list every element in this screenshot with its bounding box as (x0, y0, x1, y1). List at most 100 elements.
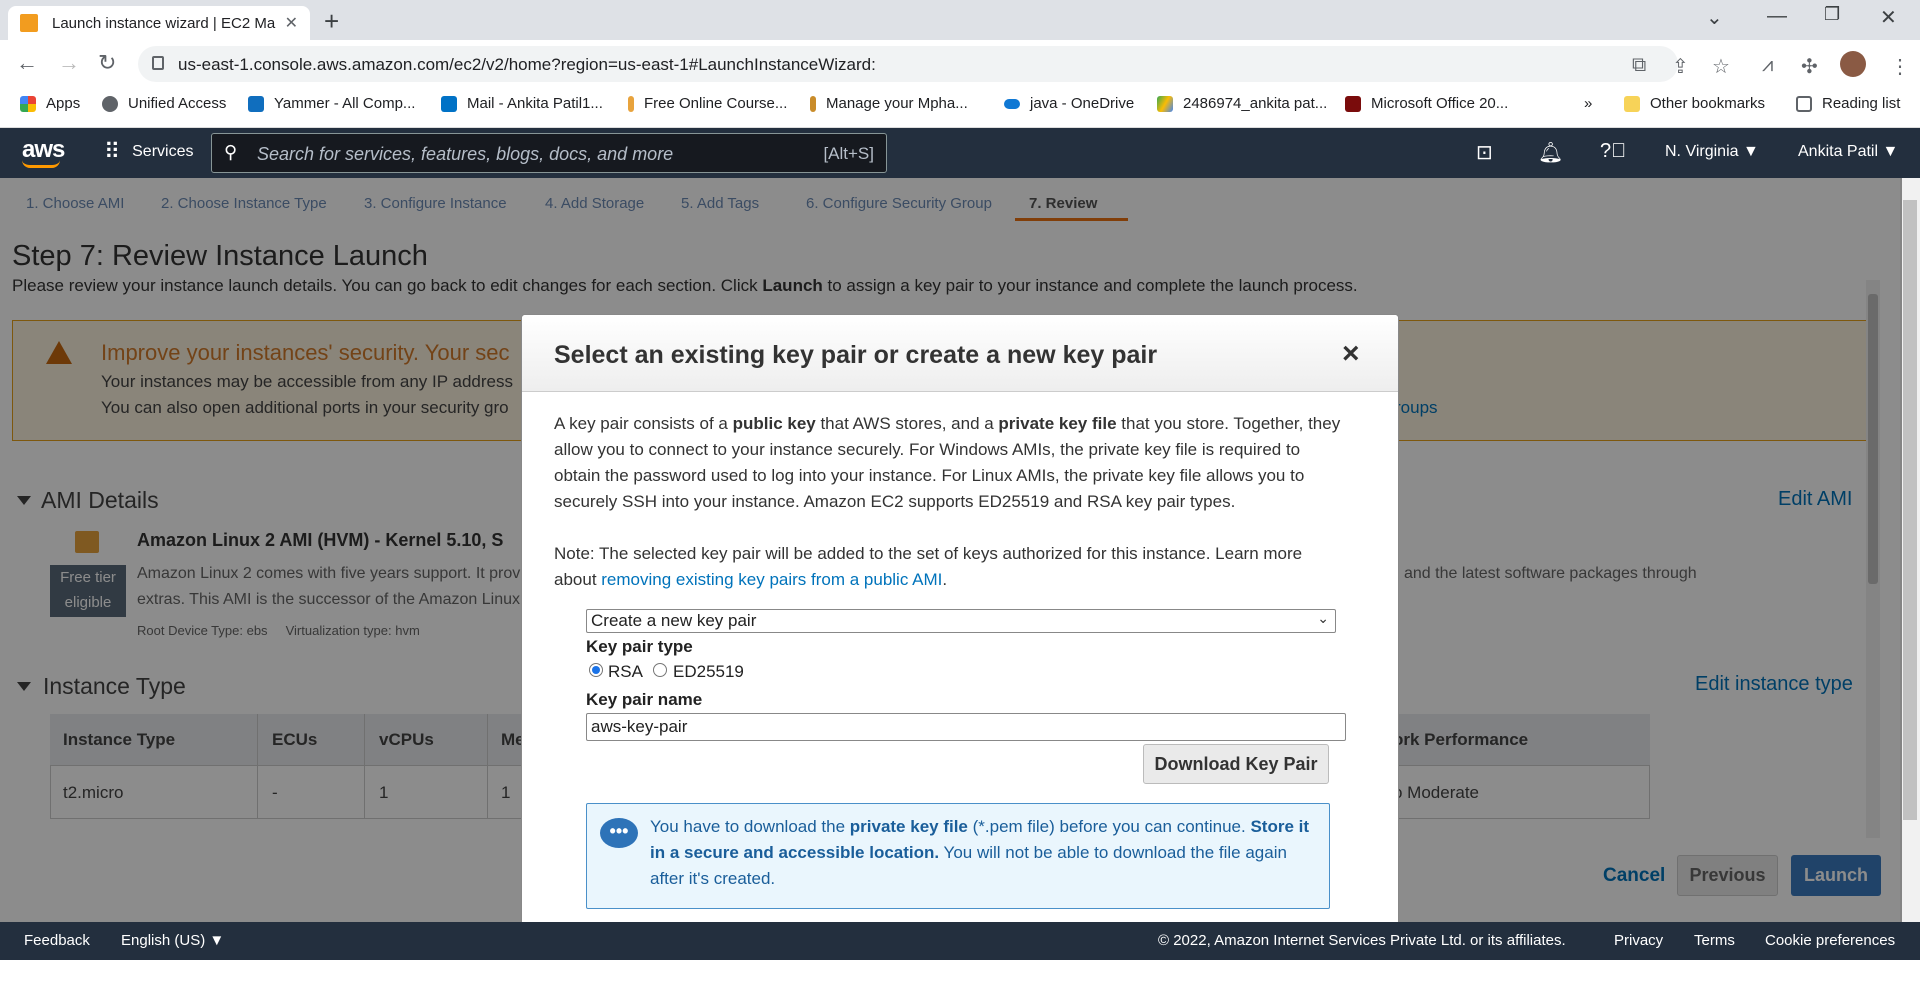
bottom-strip (0, 960, 1920, 987)
key-pair-explanation: obtain the password used to log into you… (554, 466, 1305, 485)
reading-list[interactable]: Reading list (1796, 95, 1900, 112)
more-bookmarks-button[interactable]: » (1584, 95, 1592, 112)
text: A key pair consists of a (554, 414, 733, 433)
close-icon[interactable]: × (1342, 337, 1360, 371)
bookmark-label: Unified Access (128, 95, 227, 112)
maximize-button[interactable]: ❐ (1824, 4, 1840, 25)
bookmark-mail[interactable]: Mail - Ankita Patil1... (441, 95, 603, 112)
terms-link[interactable]: Terms (1694, 932, 1735, 949)
info-text: You have to download the private key fil… (650, 814, 1320, 892)
search-input[interactable]: ⚲ Search for services, features, blogs, … (211, 133, 887, 173)
bookmark-yammer[interactable]: Yammer - All Comp... (248, 95, 415, 112)
text: that AWS stores, and a (815, 414, 999, 433)
rsa-radio[interactable] (589, 663, 603, 677)
info-chat-icon: ••• (600, 818, 638, 848)
share-icon[interactable]: ⇪ (1672, 54, 1689, 79)
aws-logo-smile (22, 160, 60, 168)
bookmark-label: Other bookmarks (1650, 95, 1766, 112)
reload-icon[interactable]: ↻ (98, 50, 116, 76)
modal-title: Select an existing key pair or create a … (554, 341, 1158, 369)
text: about (554, 570, 602, 589)
bookmark-label: Mail - Ankita Patil1... (467, 95, 603, 112)
close-window-button[interactable]: ✕ (1880, 5, 1897, 30)
bookmark-label: Manage your Mpha... (826, 95, 968, 112)
lock-icon[interactable] (152, 56, 164, 70)
onedrive-icon (1004, 98, 1020, 109)
bookmark-unified-access[interactable]: Unified Access (102, 95, 226, 112)
extension-icon[interactable]: ⩘ (1762, 54, 1773, 77)
bookmark-mphasis[interactable]: Manage your Mpha... (810, 95, 968, 112)
bookmark-drive[interactable]: 2486974_ankita pat... (1157, 95, 1327, 112)
feedback-link[interactable]: Feedback (24, 932, 90, 949)
profile-avatar[interactable] (1840, 51, 1866, 77)
menu-icon[interactable]: ⋮ (1890, 54, 1910, 79)
course-icon (628, 95, 634, 112)
other-bookmarks[interactable]: Other bookmarks (1624, 95, 1765, 112)
browser-tab[interactable]: Launch instance wizard | EC2 Ma ✕ (8, 6, 310, 40)
outlook-icon (441, 95, 457, 112)
ed25519-radio[interactable] (653, 663, 667, 677)
user-menu[interactable]: Ankita Patil ▼ (1798, 143, 1898, 161)
forward-icon[interactable]: → (58, 50, 80, 76)
minimize-button[interactable]: — (1767, 5, 1787, 28)
tab-search-icon[interactable]: ⌄ (1706, 5, 1723, 30)
key-pair-name-input[interactable]: aws-key-pair (586, 713, 1346, 741)
url-text: us-east-1.console.aws.amazon.com/ec2/v2/… (178, 55, 876, 74)
key-pair-type-label: Key pair type (586, 637, 693, 656)
download-key-pair-button[interactable]: Download Key Pair (1143, 744, 1329, 784)
copyright-text: © 2022, Amazon Internet Services Private… (1158, 932, 1566, 949)
close-tab-icon[interactable]: ✕ (285, 13, 298, 33)
text: (*.pem file) before you can continue. (967, 817, 1251, 836)
ed25519-label[interactable]: ED25519 (673, 662, 744, 682)
search-shortcut: [Alt+S] (823, 144, 874, 163)
puzzle-icon[interactable]: ✣ (1801, 54, 1818, 79)
globe-icon (102, 95, 118, 112)
new-tab-button[interactable]: + (324, 6, 339, 37)
services-menu[interactable]: ⠿ Services (104, 139, 193, 165)
text: that you store. Together, they (1116, 414, 1341, 433)
text-bold: private key file (998, 414, 1117, 433)
key-pair-explanation: allow you to connect to your instance se… (554, 440, 1301, 459)
search-icon: ⚲ (224, 142, 238, 162)
cloudshell-icon[interactable]: ⊡ (1476, 140, 1493, 165)
note-text: Note: The selected key pair will be adde… (554, 544, 1303, 563)
services-label: Services (132, 143, 194, 160)
apps-grid-icon (20, 95, 36, 112)
bookmark-label: Free Online Course... (644, 95, 788, 112)
removing-key-pairs-link[interactable]: removing existing key pairs from a publi… (601, 570, 942, 589)
key-pair-explanation: A key pair consists of a public key that… (554, 411, 1340, 437)
bookmark-star-icon[interactable]: ☆ (1712, 54, 1730, 79)
privacy-link[interactable]: Privacy (1614, 932, 1663, 949)
key-pair-name-label: Key pair name (586, 690, 703, 709)
text-bold: private key file (849, 817, 968, 836)
tab-title: Launch instance wizard | EC2 Ma (52, 14, 276, 32)
key-pair-select[interactable]: Create a new key pair ⌄ (586, 609, 1336, 633)
back-icon[interactable]: ← (16, 50, 38, 76)
notifications-bell-icon[interactable]: 🔔︎ (1538, 140, 1563, 165)
translate-icon[interactable]: ⧉ (1632, 54, 1646, 77)
fsf-icon (1345, 95, 1361, 112)
bookmark-office[interactable]: Microsoft Office 20... (1345, 95, 1508, 112)
aws-favicon-icon (20, 14, 38, 32)
search-placeholder: Search for services, features, blogs, do… (257, 144, 674, 164)
drive-icon (1157, 95, 1173, 112)
bookmark-label: Microsoft Office 20... (1371, 95, 1509, 112)
folder-icon (1624, 95, 1640, 112)
cookie-preferences-link[interactable]: Cookie preferences (1765, 932, 1895, 949)
select-value: Create a new key pair (591, 611, 757, 630)
bookmark-onedrive[interactable]: java - OneDrive (1004, 95, 1134, 112)
key-pair-modal: Select an existing key pair or create a … (521, 314, 1399, 954)
page-scrollbar-thumb[interactable] (1903, 200, 1917, 820)
region-selector[interactable]: N. Virginia ▼ (1665, 143, 1759, 161)
text-bold: public key (732, 414, 816, 433)
key-pair-explanation: securely SSH into your instance. Amazon … (554, 492, 1236, 511)
rsa-label[interactable]: RSA (608, 662, 643, 682)
bookmark-free-courses[interactable]: Free Online Course... (628, 95, 787, 112)
text: . (942, 570, 948, 589)
bookmark-label: 2486974_ankita pat... (1183, 95, 1328, 112)
help-icon[interactable]: ?⃝ (1600, 140, 1626, 163)
note-text: about removing existing key pairs from a… (554, 567, 947, 593)
bookmark-apps[interactable]: Apps (20, 95, 80, 112)
text: You have to download the (650, 817, 850, 836)
language-selector[interactable]: English (US) ▼ (121, 932, 224, 949)
